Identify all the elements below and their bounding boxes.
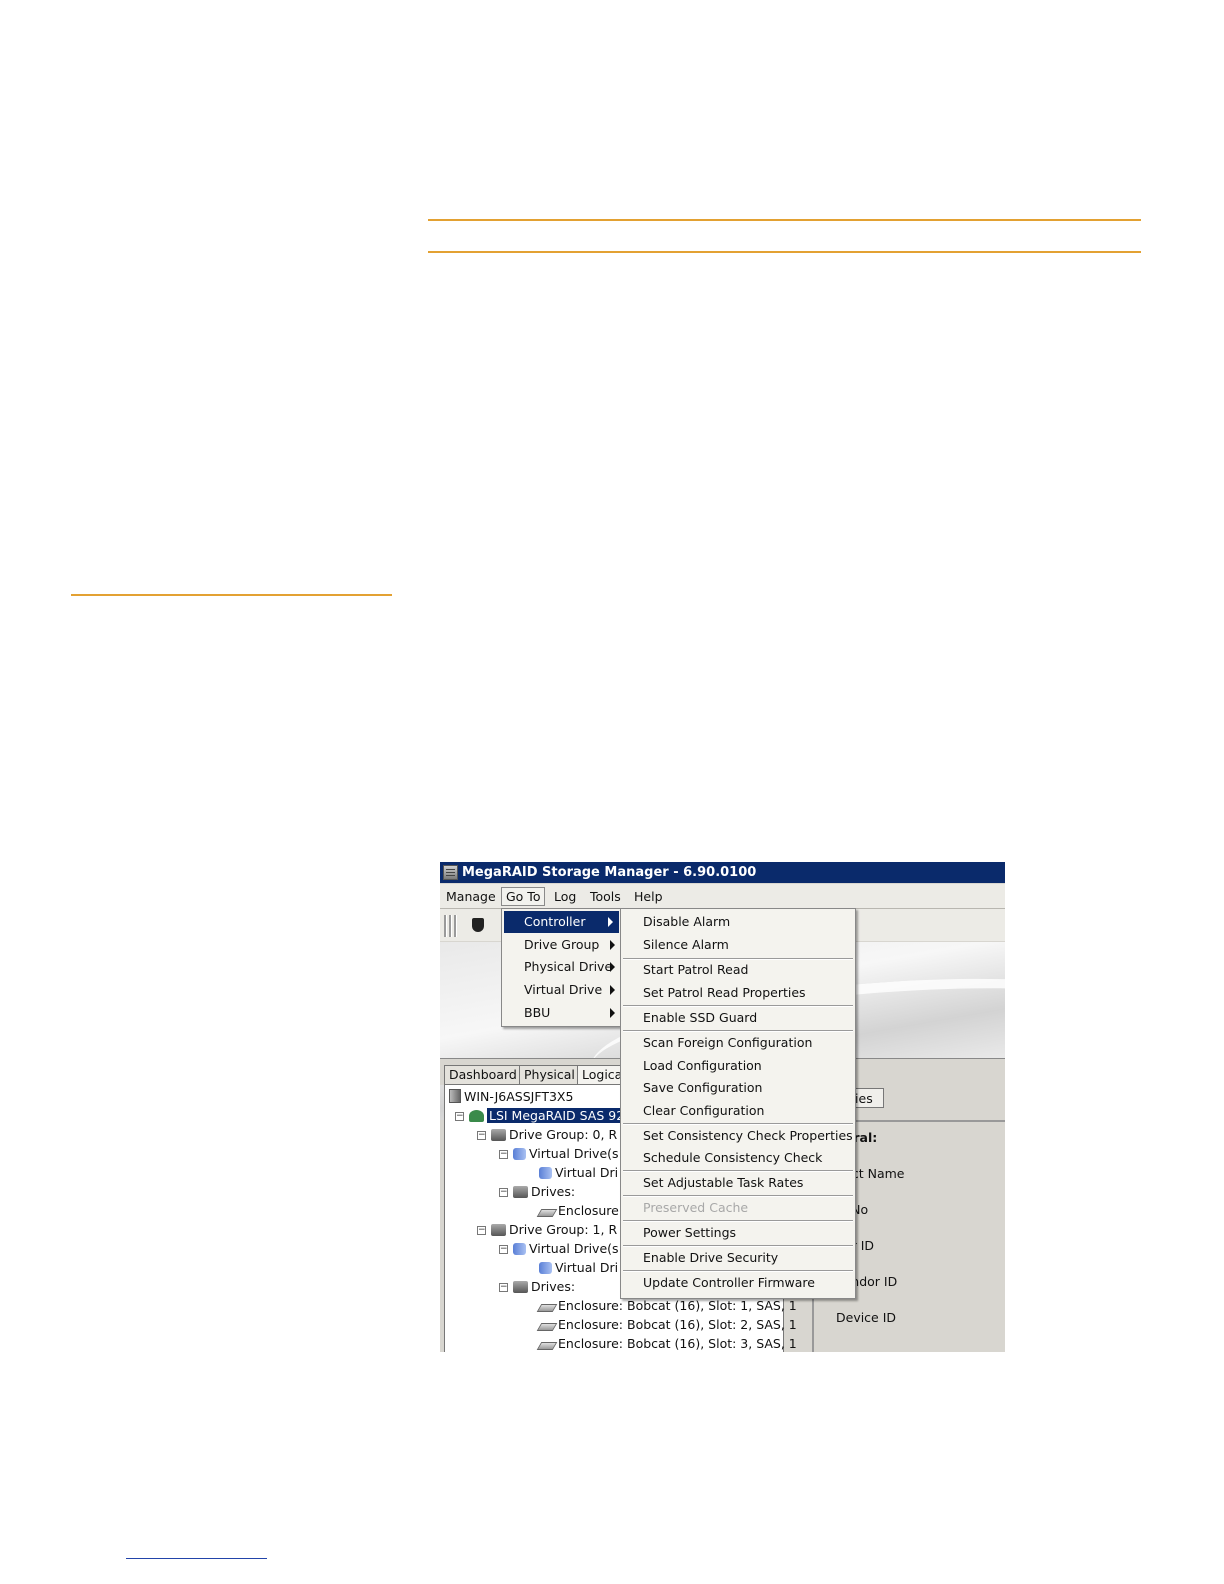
menu-log[interactable]: Log — [550, 888, 580, 905]
menu-item-virtual-drive[interactable]: Virtual Drive — [502, 979, 621, 1001]
menu-item-enable-drive-security[interactable]: Enable Drive Security — [621, 1247, 855, 1269]
tree-item[interactable]: Drive Group: 1, R — [491, 1221, 617, 1239]
tree-item[interactable]: Drive Group: 0, R — [491, 1126, 617, 1144]
tree-item[interactable]: Virtual Drive(s — [513, 1145, 619, 1163]
tree-item[interactable]: Drives: — [513, 1183, 575, 1201]
menu-item-disable-alarm[interactable]: Disable Alarm — [621, 911, 855, 933]
menu-item-start-patrol-read[interactable]: Start Patrol Read — [621, 959, 855, 981]
menu-item-clear-configuration[interactable]: Clear Configuration — [621, 1100, 855, 1122]
chevron-right-icon — [610, 1008, 615, 1018]
tree-item[interactable]: Enclosure: Bobcat (16), Slot: 1, SAS, 1 — [536, 1297, 797, 1315]
menu-bar: Manage Go To Log Tools Help — [440, 884, 1005, 909]
app-icon — [443, 865, 458, 880]
menu-item-bbu[interactable]: BBU — [502, 1002, 621, 1024]
tree-item[interactable]: LSI MegaRAID SAS 92 — [469, 1107, 627, 1125]
virtual-drives-icon — [513, 1243, 526, 1255]
toolbar-grip[interactable] — [444, 915, 447, 937]
collapse-icon[interactable]: − — [477, 1226, 486, 1235]
tab-dashboard[interactable]: Dashboard — [444, 1065, 522, 1084]
controller-icon — [469, 1110, 484, 1122]
tree-item[interactable]: Virtual Drive(s — [513, 1240, 619, 1258]
chevron-right-icon — [610, 940, 615, 950]
menu-item-save-configuration[interactable]: Save Configuration — [621, 1077, 855, 1099]
collapse-icon[interactable]: − — [499, 1188, 508, 1197]
menu-item-controller[interactable]: Controller — [504, 911, 619, 933]
toolbar-grip[interactable] — [454, 915, 457, 937]
menu-item-silence-alarm[interactable]: Silence Alarm — [621, 934, 855, 956]
toolbar-grip[interactable] — [449, 915, 452, 937]
controller-submenu: Disable Alarm Silence Alarm Start Patrol… — [620, 908, 856, 1299]
menu-item-schedule-consistency-check[interactable]: Schedule Consistency Check — [621, 1147, 855, 1169]
menu-go-to[interactable]: Go To — [501, 887, 546, 906]
collapse-icon[interactable]: − — [499, 1150, 508, 1159]
window-title: MegaRAID Storage Manager - 6.90.0100 — [462, 865, 757, 880]
drive-icon — [536, 1304, 558, 1312]
collapse-icon[interactable]: − — [499, 1245, 508, 1254]
title-bar: MegaRAID Storage Manager - 6.90.0100 — [440, 862, 1005, 883]
chevron-right-icon — [608, 917, 613, 927]
tree-item[interactable]: Drives: — [513, 1278, 575, 1296]
menu-manage[interactable]: Manage — [442, 888, 500, 905]
drives-icon — [513, 1281, 528, 1293]
tree-item[interactable]: Enclosure: Bobcat (16), Slot: 2, SAS, 1 — [536, 1316, 797, 1334]
tree-item[interactable]: Virtual Dri — [539, 1164, 618, 1182]
goto-menu: Controller Drive Group Physical Drive Vi… — [501, 908, 622, 1027]
menu-item-set-consistency-check-properties[interactable]: Set Consistency Check Properties — [621, 1125, 855, 1147]
menu-item-physical-drive[interactable]: Physical Drive — [502, 956, 621, 978]
collapse-icon[interactable]: − — [477, 1131, 486, 1140]
section-rule — [71, 594, 392, 596]
tab-physical[interactable]: Physical — [519, 1065, 580, 1084]
virtual-drives-icon — [513, 1148, 526, 1160]
drives-icon — [513, 1186, 528, 1198]
msm-window: MegaRAID Storage Manager - 6.90.0100 Man… — [440, 862, 1005, 1352]
header-rule-bottom — [428, 251, 1141, 253]
drive-icon — [536, 1209, 558, 1217]
collapse-icon[interactable]: − — [455, 1112, 464, 1121]
footer-link-underline — [126, 1558, 267, 1559]
chevron-right-icon — [610, 985, 615, 995]
menu-item-drive-group[interactable]: Drive Group — [502, 934, 621, 956]
collapse-icon[interactable]: − — [499, 1283, 508, 1292]
drive-group-icon — [491, 1224, 506, 1236]
shield-icon[interactable] — [472, 918, 484, 932]
menu-item-set-patrol-read-properties[interactable]: Set Patrol Read Properties — [621, 982, 855, 1004]
menu-item-power-settings[interactable]: Power Settings — [621, 1222, 855, 1244]
menu-item-update-controller-firmware[interactable]: Update Controller Firmware — [621, 1272, 855, 1294]
drive-group-icon — [491, 1129, 506, 1141]
tree-item[interactable]: WIN-J6ASSJFT3X5 — [449, 1088, 573, 1106]
tree-item[interactable]: Enclosure: Bobcat (16), Slot: 3, SAS, 1 — [536, 1335, 797, 1352]
chevron-right-icon — [610, 962, 615, 972]
virtual-drive-icon — [539, 1167, 552, 1179]
drive-icon — [536, 1342, 558, 1350]
server-icon — [449, 1089, 461, 1103]
menu-item-set-adjustable-task-rates[interactable]: Set Adjustable Task Rates — [621, 1172, 855, 1194]
tree-item[interactable]: Virtual Dri — [539, 1259, 618, 1277]
menu-item-enable-ssd-guard[interactable]: Enable SSD Guard — [621, 1007, 855, 1029]
menu-item-load-configuration[interactable]: Load Configuration — [621, 1055, 855, 1077]
header-rule-top — [428, 219, 1141, 221]
drive-icon — [536, 1323, 558, 1331]
virtual-drive-icon — [539, 1262, 552, 1274]
menu-item-scan-foreign-configuration[interactable]: Scan Foreign Configuration — [621, 1032, 855, 1054]
menu-help[interactable]: Help — [630, 888, 667, 905]
menu-item-preserved-cache: Preserved Cache — [643, 1200, 749, 1215]
menu-tools[interactable]: Tools — [586, 888, 625, 905]
property-label: Device ID — [836, 1310, 897, 1325]
tree-item[interactable]: Enclosure — [536, 1202, 619, 1220]
